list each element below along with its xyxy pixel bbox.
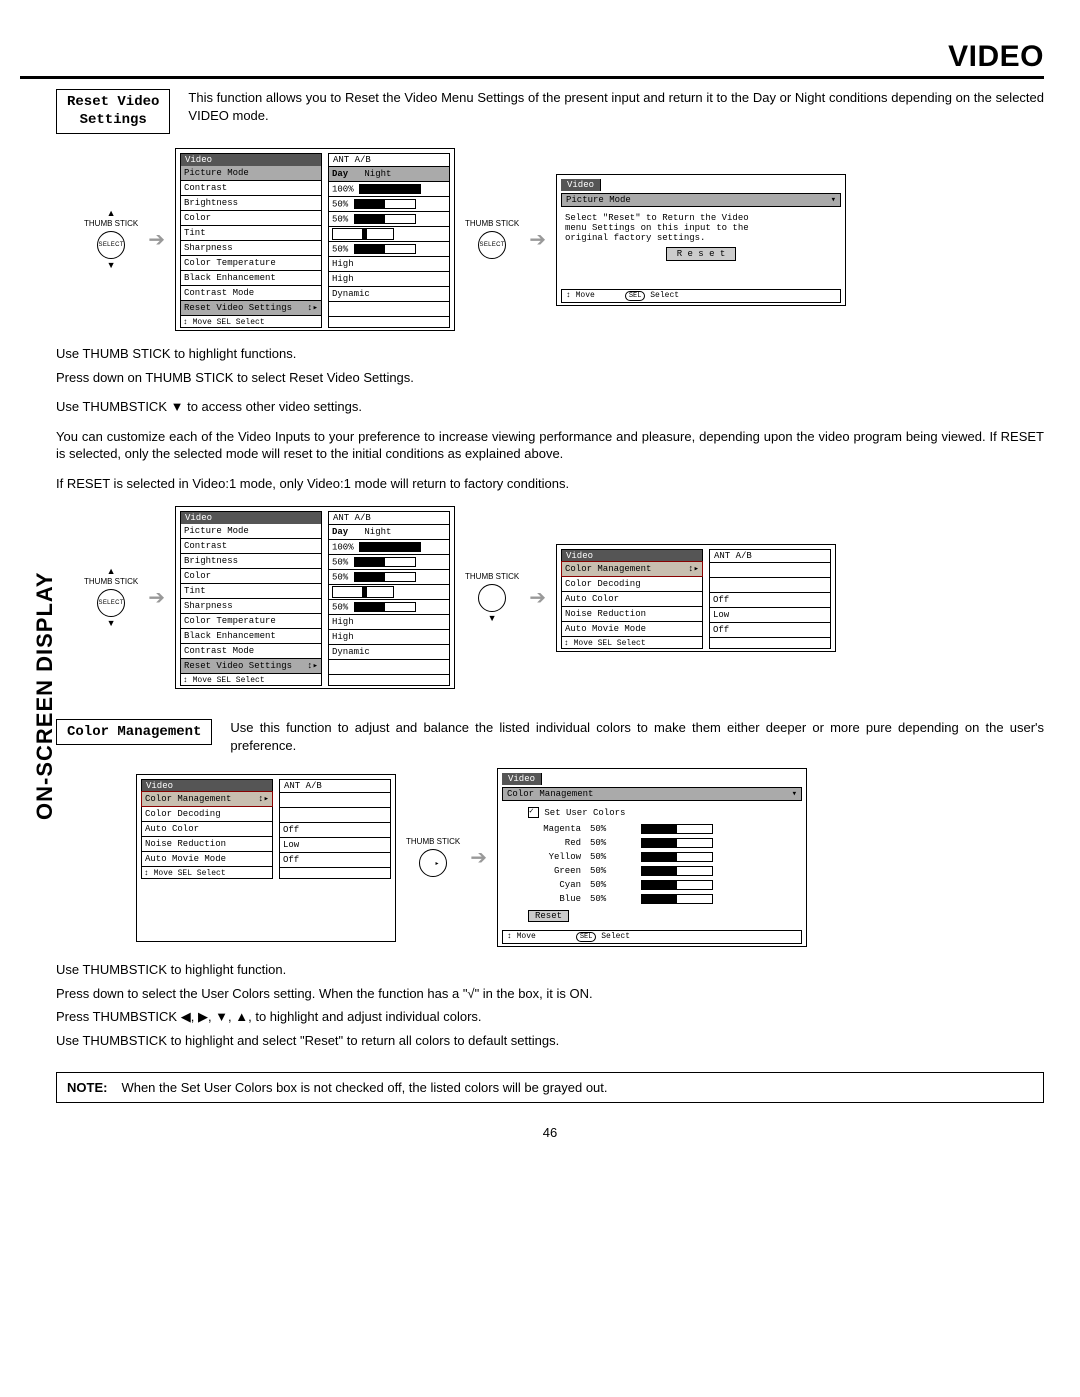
note-box: NOTE: When the Set User Colors box is no… [56,1072,1044,1103]
arrow-down-icon: ▼ [107,261,116,270]
osd-video-submenu-e: Video Color Management↕▸ Color Decoding … [136,774,396,942]
note-text: When the Set User Colors box is not chec… [121,1080,607,1095]
note-label: NOTE: [67,1080,107,1095]
page-header: VIDEO [20,40,1044,79]
instruction-text: Use THUMBSTICK to highlight and select "… [56,1032,1044,1050]
thumbstick-label: THUMB STICK [84,220,138,229]
flow-arrow-icon: ➔ [529,585,546,610]
instruction-text: Use THUMB STICK to highlight functions. [56,345,1044,363]
thumbstick-graphic: ▲ THUMB STICK SELECT ▼ [84,567,138,628]
instruction-text: Press THUMBSTICK ◀, ▶, ▼, ▲, to highligh… [56,1008,1044,1026]
instruction-text: Press down to select the User Colors set… [56,985,1044,1003]
reset-msg-line3: original factory settings. [565,233,837,243]
set-user-colors-label: Set User Colors [544,808,625,818]
reset-button[interactable]: R e s e t [666,247,737,261]
osd-color-management: Video Color Management▾ Set User Colors … [497,768,807,947]
flow-arrow-icon: ➔ [148,585,165,610]
thumbstick-graphic: ▲ THUMB STICK SELECT ▼ [84,209,138,270]
osd-video-submenu-d: Video Color Management↕▸ Color Decoding … [556,544,836,652]
reset-msg-line1: Select "Reset" to Return the Video [565,213,837,223]
arrow-up-icon: ▲ [107,209,116,218]
osd-tab-video: Video [561,179,601,191]
side-section-label: ON-SCREEN DISPLAY [32,572,58,820]
select-circle: SELECT [97,231,125,259]
flow-arrow-icon: ➔ [148,227,165,252]
reset-video-description: This function allows you to Reset the Vi… [188,89,1044,124]
thumbstick-graphic: THUMB STICK ▼ [465,573,519,623]
instruction-text: Press down on THUMB STICK to select Rese… [56,369,1044,387]
osd-video-menu-a: Video Picture Mode Contrast Brightness C… [175,148,455,331]
set-user-colors-checkbox[interactable] [528,807,539,818]
select-circle: SELECT [478,231,506,259]
page-title: VIDEO [20,40,1044,74]
reset-msg-line2: menu Settings on this input to the [565,223,837,233]
osd-tab-video: Video [181,154,321,166]
thumbstick-graphic: THUMB STICK ▸ [406,838,460,877]
osd-tab-ant: ANT A/B [329,154,449,167]
osd-video-menu-c: Video Picture Mode Contrast Brightness C… [175,506,455,689]
instruction-text: You can customize each of the Video Inpu… [56,428,1044,463]
instruction-text: If RESET is selected in Video:1 mode, on… [56,475,1044,493]
instruction-text: Use THUMBSTICK ▼ to access other video s… [56,398,1044,416]
reset-video-settings-box: Reset Video Settings [56,89,170,134]
reset-video-line1: Reset Video [67,94,159,110]
thumbstick-graphic-2: THUMB STICK SELECT [465,220,519,259]
page-number: 46 [56,1125,1044,1140]
reset-colors-button[interactable]: Reset [528,910,569,922]
osd-reset-dialog: Video Picture Mode▾ Select "Reset" to Re… [556,174,846,306]
flow-arrow-icon: ➔ [529,227,546,252]
flow-arrow-icon: ➔ [470,845,487,870]
instruction-text: Use THUMBSTICK to highlight function. [56,961,1044,979]
color-management-box: Color Management [56,719,212,745]
reset-video-line2: Settings [80,112,147,128]
color-management-description: Use this function to adjust and balance … [230,719,1044,754]
